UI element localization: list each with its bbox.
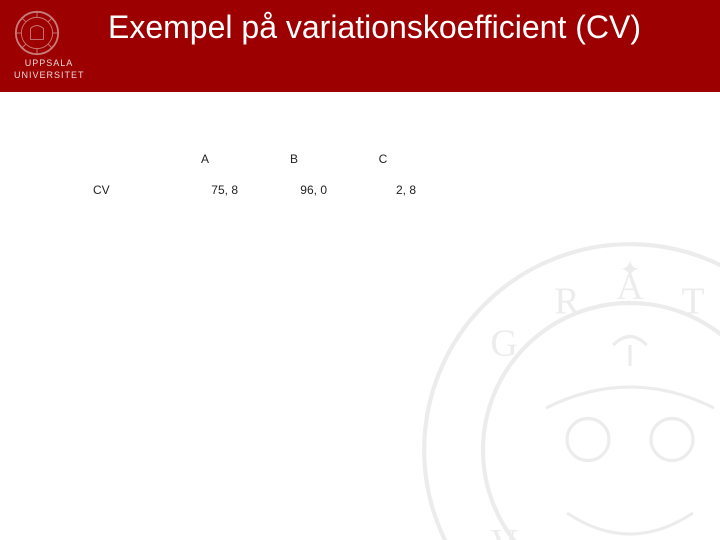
table-header-row: A B C [82,144,428,175]
seal-icon [14,10,84,56]
background-seal-icon: ✦ G R A T I Æ V E R I T A S [420,240,720,540]
slide-title: Exempel på variationskoefficient (CV) [108,8,710,46]
table-col-header: B [250,144,339,175]
table-cell: 2, 8 [339,175,428,206]
slide-header: UPPSALA UNIVERSITET Exempel på variation… [0,0,720,92]
table-cell: 96, 0 [250,175,339,206]
svg-text:A: A [616,266,644,308]
university-logo: UPPSALA UNIVERSITET [14,10,84,80]
table-row: CV 75, 8 96, 0 2, 8 [82,175,428,206]
table-corner-cell [82,144,161,175]
svg-text:✦: ✦ [619,256,640,284]
svg-text:R: R [554,281,580,323]
university-name-line1: UPPSALA [14,58,84,68]
svg-text:T: T [681,281,704,323]
cv-table: A B C CV 75, 8 96, 0 2, 8 [80,142,429,207]
table-row-label: CV [82,175,161,206]
table-cell: 75, 8 [161,175,250,206]
svg-text:G: G [490,323,517,365]
table-col-header: A [161,144,250,175]
table-col-header: C [339,144,428,175]
slide-body: A B C CV 75, 8 96, 0 2, 8 ✦ G R A T I Æ … [0,92,720,540]
university-name-line2: UNIVERSITET [14,70,84,80]
svg-text:V: V [490,522,517,540]
